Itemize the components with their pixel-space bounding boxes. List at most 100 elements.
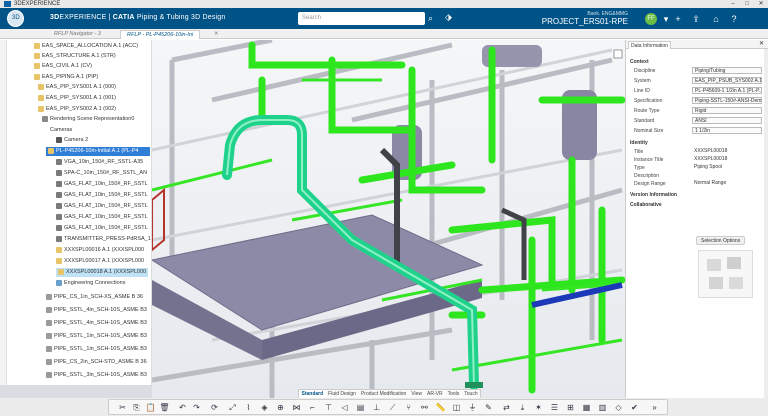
- tree-node-highlighted-spool[interactable]: XXXSPL00018 A.1 (XXXSPL000: [56, 268, 148, 277]
- user-info[interactable]: Bank. ENG&MMG PROJECT_ERS01-RPE: [542, 11, 628, 26]
- close-panel-icon[interactable]: ✕: [759, 40, 764, 47]
- tree-node[interactable]: PIPE_SSTL_1in_SCH-10S_ASME B3: [46, 345, 147, 354]
- property-value[interactable]: ANSI: [692, 117, 762, 124]
- tree-node[interactable]: PIPE_SSTL_3in_SCH-10S_ASME B3: [46, 371, 147, 380]
- tee-icon[interactable]: ⊤: [323, 402, 334, 413]
- selection-options-button[interactable]: Selection Options: [696, 236, 746, 245]
- compass-icon[interactable]: 3D: [7, 10, 24, 27]
- tree-node[interactable]: GAS_FLAT_10in_150#_RF_SSTL: [56, 191, 148, 200]
- section-collaborative[interactable]: Collaborative: [630, 202, 662, 208]
- tab-rflp-navigator[interactable]: RFLP Navigator - 3: [48, 30, 107, 39]
- tree-node[interactable]: PIPE_SSTL_1in_SCH-10S_ASME B3: [46, 332, 147, 341]
- flange-icon[interactable]: ⊕: [275, 402, 286, 413]
- tree-node[interactable]: EAS_PIP_SYS002 A.1 (002): [38, 105, 116, 114]
- tree-node[interactable]: PIPE_CS_2in_SCH-STD_ASME B 36: [46, 358, 147, 367]
- clash-icon[interactable]: ✶: [533, 402, 544, 413]
- chevron-down-icon[interactable]: ▾: [660, 13, 672, 25]
- properties-icon[interactable]: ☰: [549, 402, 560, 413]
- tree-node[interactable]: EAS_SPACE_ALLOCATION A.1 (ACC): [34, 42, 138, 51]
- tree-node[interactable]: GAS_FLAT_10in_150#_RF_SSTL: [56, 213, 148, 222]
- tree-node[interactable]: Camera 2: [56, 136, 88, 145]
- measure-icon[interactable]: 📏: [435, 402, 446, 413]
- place-part-icon[interactable]: ◈: [259, 402, 270, 413]
- tree-node[interactable]: EAS_PIP_SYS001 A.1 (001): [38, 94, 116, 103]
- share-icon[interactable]: ⇪: [690, 13, 702, 25]
- tree-node[interactable]: VGA_10in_150#_RF_SSTL-A35: [56, 158, 143, 167]
- tree-node[interactable]: GAS_FLAT_10in_150#_RF_SSTL: [56, 202, 148, 211]
- property-value[interactable]: Piping-SSTL-150#-ANSI-Demo: [692, 97, 762, 104]
- search-input[interactable]: Search: [298, 12, 425, 25]
- tab-standard[interactable]: Standard: [299, 390, 326, 398]
- cut-icon[interactable]: ✂: [117, 402, 128, 413]
- panel-scrollbar[interactable]: [764, 49, 768, 398]
- undo-icon[interactable]: ↶: [177, 402, 188, 413]
- validate-icon[interactable]: ✔: [629, 402, 640, 413]
- minimize-button[interactable]: –: [726, 0, 740, 8]
- maximize-button[interactable]: □: [740, 0, 754, 8]
- copy-icon[interactable]: ⎘: [131, 402, 142, 413]
- robot-compass-widget[interactable]: [698, 250, 753, 298]
- tab-tools[interactable]: Tools: [445, 390, 462, 398]
- tree-node[interactable]: EAS_STRUCTURE A.1 (STR): [34, 52, 116, 61]
- isometric-icon[interactable]: ◇: [613, 402, 624, 413]
- catalog-icon[interactable]: ▦: [581, 402, 592, 413]
- elbow-icon[interactable]: ⌐: [307, 402, 318, 413]
- support-icon[interactable]: ⊥: [371, 402, 382, 413]
- add-icon[interactable]: +: [672, 13, 684, 25]
- property-value[interactable]: Rigid: [692, 107, 762, 114]
- tree-node[interactable]: Cameras: [50, 126, 72, 135]
- tree-node[interactable]: GAS_FLAT_10in_150#_RF_SSTL: [56, 180, 148, 189]
- insert-icon[interactable]: ⤓: [517, 402, 528, 413]
- reducer-icon[interactable]: ◁: [339, 402, 350, 413]
- spool-icon[interactable]: ▤: [355, 402, 366, 413]
- tree-node[interactable]: TRANSMITTER_PRESS-PdRSA_1: [56, 235, 151, 244]
- paste-icon[interactable]: 📋: [145, 402, 156, 413]
- tree-node[interactable]: GAS_FLAT_10in_150#_RF_SSTL: [56, 224, 148, 233]
- avatar[interactable]: FF: [645, 13, 657, 25]
- connect-icon[interactable]: ⚯: [419, 402, 430, 413]
- section-icon[interactable]: ◫: [451, 402, 462, 413]
- tree-node[interactable]: EAS_PIP_SYS001 A.1 (000): [38, 83, 116, 92]
- tree-node[interactable]: Rendering Scene Representation0: [42, 115, 134, 124]
- transfer-icon[interactable]: ⇄: [501, 402, 512, 413]
- tree-node[interactable]: XXXSPL00016 A.1 (XXXSPL000: [56, 246, 144, 255]
- section-context[interactable]: Context: [630, 59, 649, 65]
- home-icon[interactable]: ⌂: [710, 13, 722, 25]
- section-identity[interactable]: Identity: [630, 140, 648, 146]
- close-button[interactable]: ✕: [754, 0, 768, 8]
- help-icon[interactable]: ?: [728, 13, 740, 25]
- redo-icon[interactable]: ↷: [191, 402, 202, 413]
- report-icon[interactable]: ▥: [597, 402, 608, 413]
- specification-tree[interactable]: EAS_SPACE_ALLOCATION A.1 (ACC) EAS_STRUC…: [0, 40, 152, 385]
- section-version-information[interactable]: Version Information: [630, 192, 677, 198]
- 3d-viewport[interactable]: [152, 40, 625, 398]
- property-value[interactable]: 1 1/2in: [692, 127, 762, 134]
- rename-icon[interactable]: ✎: [483, 402, 494, 413]
- tree-node-selected-line[interactable]: PL-P45206-10in-Initial A.1 (PL-P4: [46, 147, 150, 156]
- tree-node[interactable]: PIPE_SSTL_4in_SCH-10S_ASME B3: [46, 319, 147, 328]
- delete-icon[interactable]: 🗑: [159, 402, 170, 413]
- tab-rflp-line[interactable]: RFLP - PL-P45206-10in-Ini: [120, 30, 201, 39]
- tree-node[interactable]: PIPE_CS_1in_SCH-XS_ASME B 36: [46, 293, 143, 302]
- more-icon[interactable]: »: [649, 402, 660, 413]
- filter-icon[interactable]: ⏚: [467, 402, 478, 413]
- tree-node[interactable]: PIPE_SSTL_4in_SCH-10S_ASME B3: [46, 306, 147, 315]
- tree-node[interactable]: Engineering Connections: [56, 279, 125, 288]
- tree-node[interactable]: EAS_PIPING A.1 (PIP): [34, 73, 98, 82]
- tag-icon[interactable]: ⬗: [445, 12, 452, 23]
- tree-node[interactable]: EAS_CIVIL A.1 (CV): [34, 62, 92, 71]
- tree-scrollbar[interactable]: [0, 40, 7, 385]
- slope-icon[interactable]: ⟋: [387, 402, 398, 413]
- analysis-icon[interactable]: ⊞: [565, 402, 576, 413]
- property-value[interactable]: Piping/Tubing: [692, 67, 762, 74]
- close-tab-icon[interactable]: ✕: [208, 30, 225, 39]
- valve-icon[interactable]: ⋈: [291, 402, 302, 413]
- tree-node[interactable]: XXXSPL00017 A.1 (XXXSPL000: [56, 257, 144, 266]
- tab-data-information[interactable]: Data Information: [628, 41, 671, 49]
- tree-node[interactable]: SPA-C_10in_150#_RF_SSTL_AN: [56, 169, 147, 178]
- search-icon[interactable]: ⌕: [428, 12, 440, 24]
- property-value[interactable]: PL-P45609-1 1/2in A.1 (PL-P...: [692, 87, 762, 94]
- tab-touch[interactable]: Touch: [462, 390, 480, 398]
- tab-fluid-design[interactable]: Fluid Design: [326, 390, 359, 398]
- branch-icon[interactable]: ⑂: [403, 402, 414, 413]
